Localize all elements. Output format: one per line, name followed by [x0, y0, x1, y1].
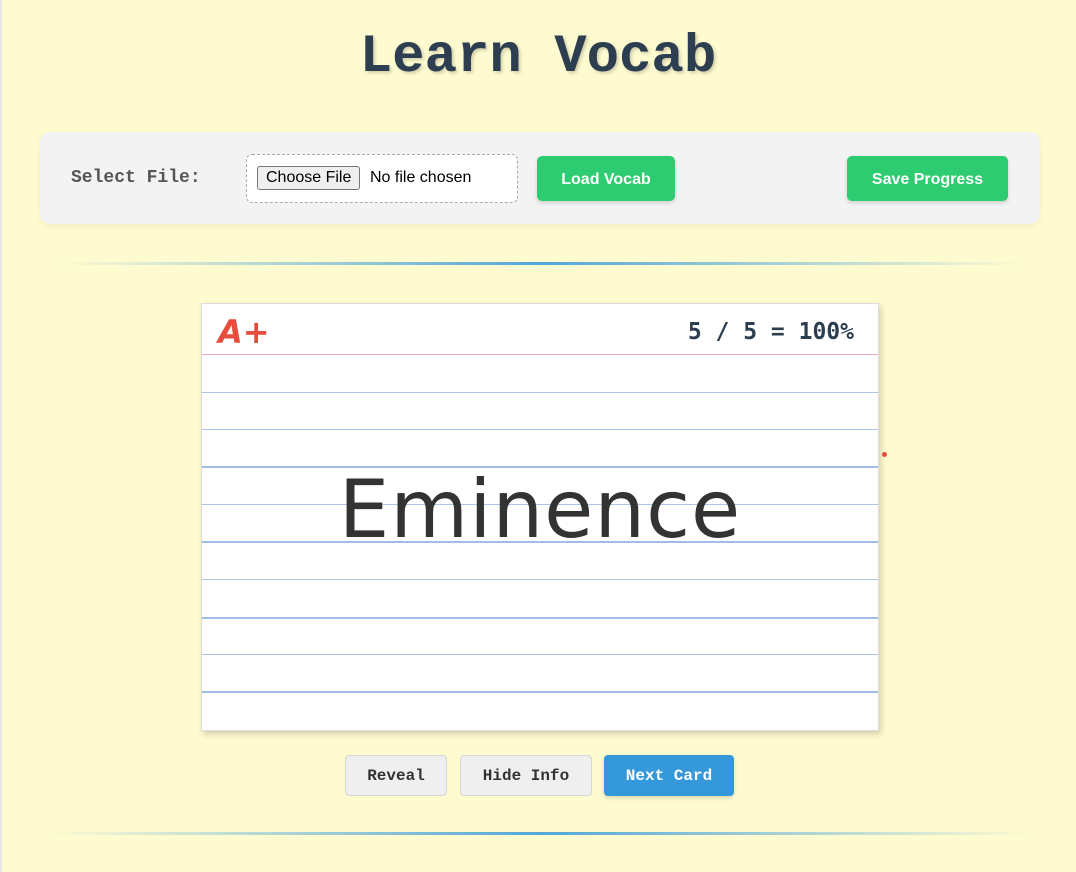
file-status-text: No file chosen [370, 169, 472, 186]
flashcard[interactable]: A+ 5 / 5 = 100% Eminence [201, 303, 879, 731]
card-rule-line [202, 691, 878, 693]
section-divider-top [56, 262, 1026, 265]
hide-info-button[interactable]: Hide Info [460, 755, 592, 796]
window-left-border [0, 0, 2, 872]
card-rule-line [202, 392, 878, 393]
choose-file-button[interactable]: Choose File [257, 166, 361, 190]
score-readout: 5 / 5 = 100% [687, 319, 854, 345]
load-vocab-button[interactable]: Load Vocab [537, 156, 675, 201]
save-progress-button[interactable]: Save Progress [847, 156, 1008, 201]
page-title: Learn Vocab [359, 27, 717, 88]
card-rule-line [202, 654, 878, 655]
card-margin-line [202, 354, 878, 355]
section-divider-bottom [46, 832, 1036, 835]
file-input[interactable]: Choose File No file chosen [246, 154, 518, 203]
file-controls-panel: Select File: Choose File No file chosen … [40, 132, 1040, 224]
red-dot-marker [882, 452, 887, 457]
next-card-button[interactable]: Next Card [604, 755, 734, 796]
grade-badge: A+ [218, 313, 270, 351]
select-file-label: Select File: [71, 168, 201, 188]
vocab-word: Eminence [338, 463, 742, 556]
card-rule-line [202, 579, 878, 580]
card-rule-line [202, 617, 878, 619]
card-rule-line [202, 429, 878, 430]
reveal-button[interactable]: Reveal [345, 755, 447, 796]
